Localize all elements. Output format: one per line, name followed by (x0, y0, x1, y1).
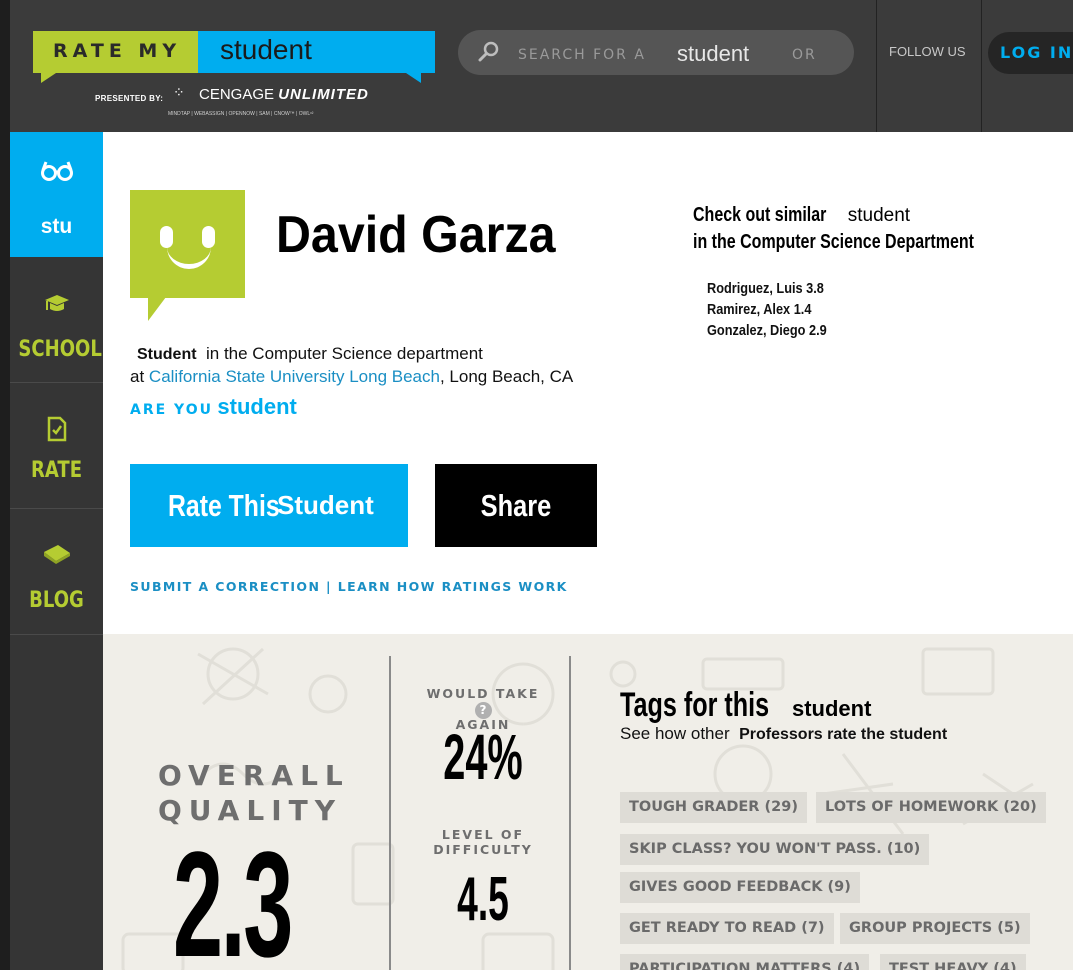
lod-label-2: DIFFICULTY (433, 842, 533, 857)
sponsor-bold: UNLIMITED (278, 86, 369, 103)
tags-subheading: See how other Professors rate the studen… (620, 724, 947, 744)
search-bar[interactable]: SEARCH FOR A student OR (458, 30, 854, 75)
sidebar-item-label: BLOG (29, 588, 84, 613)
correction-links[interactable]: SUBMIT A CORRECTION | LEARN HOW RATINGS … (130, 579, 568, 594)
sponsor-products: MINDTAP | WEBASSIGN | OPENNOW | SAM | CN… (168, 111, 314, 117)
search-icon (478, 41, 499, 62)
document-check-icon (10, 416, 103, 447)
similar-list: Rodriguez, Luis 3.8 Ramirez, Alex 1.4 Go… (707, 278, 848, 341)
share-button[interactable]: Share (435, 464, 597, 547)
site-logo[interactable]: RATE MY student (33, 31, 435, 83)
tag-chip[interactable]: LOTS OF HOMEWORK (20) (816, 792, 1046, 823)
avatar-mouth (167, 242, 211, 269)
search-suffix: OR (792, 47, 817, 63)
similar-item[interactable]: Ramirez, Alex 1.4 (707, 299, 827, 320)
school-location: , Long Beach, CA (439, 367, 574, 386)
sidebar-item-label: stu (40, 215, 73, 238)
tags-heading-2: student (791, 696, 872, 721)
stat-divider (569, 656, 571, 970)
sidebar-item-label: RATE (30, 458, 83, 483)
similar-heading: Check out similar student in the Computer… (693, 202, 1053, 255)
tag-chip[interactable]: TOUGH GRADER (29) (620, 792, 807, 823)
are-you-value: student (217, 394, 297, 419)
follow-us-link[interactable]: FOLLOW US (889, 44, 966, 59)
avatar-tail (148, 297, 166, 321)
difficulty-label: LEVEL OF DIFFICULTY (416, 827, 550, 857)
logo-blue-tail (403, 71, 421, 83)
share-label: Share (480, 488, 552, 523)
sponsor-prefix: CENGAGE (199, 86, 275, 103)
sidebar: stu SCHOOL RATE BLOG (10, 132, 103, 970)
similar-item[interactable]: Rodriguez, Luis 3.8 (707, 278, 827, 299)
department: in the Computer Science department (206, 344, 483, 363)
header-divider (981, 0, 982, 132)
sponsor-name[interactable]: CENGAGE UNLIMITED (199, 86, 369, 103)
profile-section: David Garza Check out similar student in … (103, 132, 1073, 634)
header-divider (876, 0, 877, 132)
overall-label-1: OVERALL (158, 759, 350, 792)
sidebar-item-student[interactable]: stu (10, 132, 103, 257)
tag-chip[interactable]: GIVES GOOD FEEDBACK (9) (620, 872, 860, 903)
avatar (130, 190, 245, 298)
sidebar-item-blog[interactable]: BLOG (10, 509, 103, 635)
are-you-key: ARE YOU (130, 402, 213, 418)
tag-chip[interactable]: GET READY TO READ (7) (620, 913, 834, 944)
ratings-section: OVERALL QUALITY 2.3 WOULD TAKE ? AGAIN 2… (103, 634, 1073, 970)
would-take-again-value: 24% (443, 721, 523, 793)
window-frame (0, 0, 10, 970)
tags-heading-1: Tags for this (620, 686, 770, 724)
tags-sub-1: See how other (620, 724, 730, 743)
page-title: David Garza (276, 206, 556, 264)
rate-student-button[interactable]: Rate This Student (130, 464, 408, 547)
lod-label-1: LEVEL OF (441, 827, 525, 842)
role: Student (137, 346, 197, 363)
rate-button-label-2: Student (277, 490, 374, 520)
school-link[interactable]: California State University Long Beach (149, 367, 440, 386)
header: RATE MY student PRESENTED BY: ⁘ CENGAGE … (10, 0, 1073, 132)
tags-sub-2: Professors rate the student (739, 726, 948, 743)
role-line: Student in the Computer Science departme… (137, 344, 483, 364)
similar-heading-1: Check out similar (693, 204, 827, 226)
tag-chip[interactable]: PARTICIPATION MATTERS (4) (620, 954, 870, 970)
tag-chip[interactable]: GROUP PROJECTS (5) (840, 913, 1030, 944)
logo-lime-tail (41, 71, 59, 83)
logo-student: student (220, 34, 312, 65)
similar-heading-2: student (847, 205, 911, 226)
graduation-cap-icon (10, 294, 103, 319)
stat-divider (389, 656, 391, 970)
cengage-logo-icon: ⁘ (173, 84, 185, 100)
rate-button-label: Rate This (168, 488, 280, 523)
are-you-link[interactable]: ARE YOU student (130, 394, 297, 420)
tag-chip[interactable]: TEST HEAVY (4) (880, 954, 1026, 970)
tags-heading: Tags for this student (620, 686, 871, 725)
sidebar-item-school[interactable]: SCHOOL (10, 257, 103, 383)
logo-rate-my: RATE MY (53, 40, 182, 62)
book-icon (10, 542, 103, 571)
overall-quality-label: OVERALL QUALITY (158, 758, 350, 828)
sidebar-item-rate[interactable]: RATE (10, 383, 103, 509)
presented-by: PRESENTED BY: (95, 94, 164, 103)
sidebar-item-label: SCHOOL (18, 337, 102, 362)
search-prefix: SEARCH FOR A (518, 47, 646, 63)
login-button[interactable]: LOG IN (988, 32, 1073, 74)
similar-heading-3: in the Computer Science Department (693, 231, 974, 253)
wta-label-1: WOULD TAKE (426, 686, 540, 701)
login-label: LOG IN (1000, 43, 1073, 62)
overall-quality-score: 2.3 (173, 820, 293, 970)
school-line: at California State University Long Beac… (130, 367, 573, 387)
tag-chip[interactable]: SKIP CLASS? YOU WON'T PASS. (10) (620, 834, 930, 865)
similar-item[interactable]: Gonzalez, Diego 2.9 (707, 320, 827, 341)
search-type[interactable]: student (677, 41, 749, 67)
glasses-icon (10, 160, 103, 187)
at-text: at (130, 367, 145, 386)
difficulty-value: 4.5 (457, 865, 509, 934)
